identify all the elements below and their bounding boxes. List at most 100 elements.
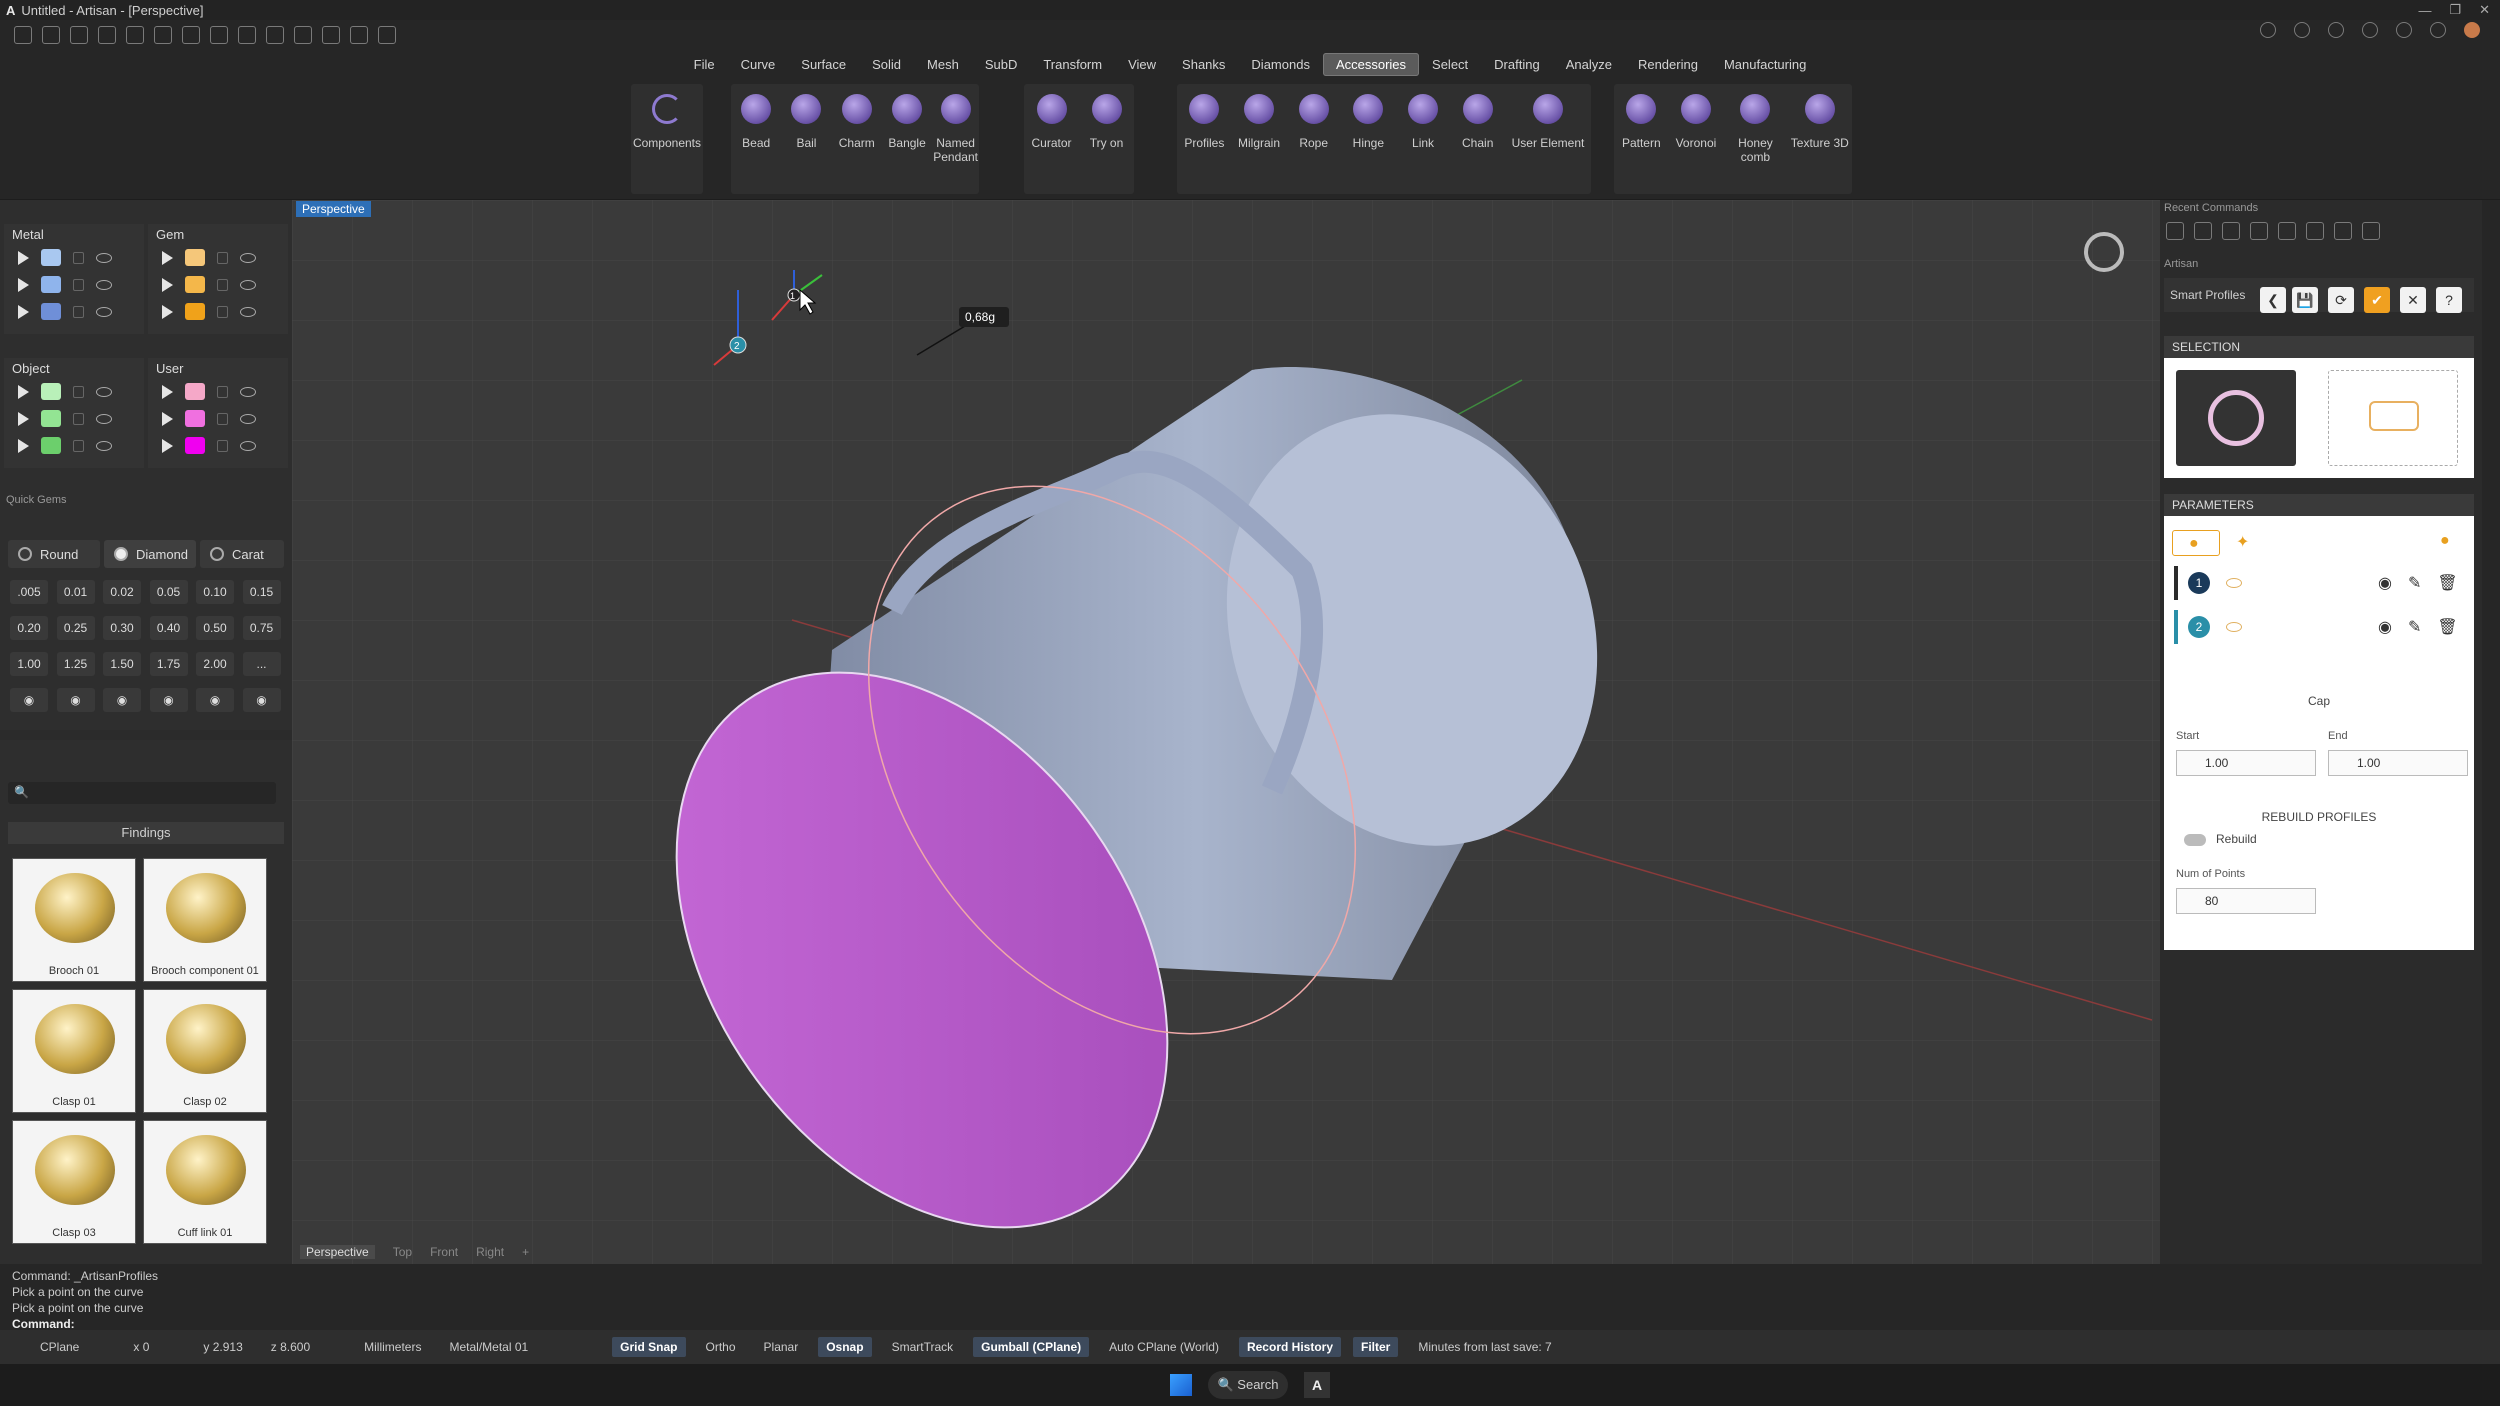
profile-magic-icon[interactable]: ✦ [2236, 532, 2249, 552]
finding-item[interactable]: Brooch component 01 [143, 858, 267, 982]
pick-objects-area[interactable] [2328, 370, 2458, 466]
profile-2-delete-icon[interactable]: 🗑 [2437, 617, 2457, 637]
gem-size-button[interactable]: 0.30 [103, 616, 141, 640]
expand-icon[interactable] [162, 438, 173, 453]
menu-drafting[interactable]: Drafting [1481, 53, 1553, 76]
gem-size-button[interactable]: ... [242, 652, 281, 676]
eye-icon[interactable] [96, 306, 112, 317]
try-on-button[interactable]: Try on [1079, 84, 1134, 194]
help-icon[interactable] [2362, 22, 2378, 38]
expand-icon[interactable] [18, 411, 29, 426]
layer-color-swatch[interactable] [185, 410, 205, 427]
lock-icon[interactable] [217, 305, 228, 318]
chain-button[interactable]: Chain [1450, 84, 1505, 194]
profile-1-edit-icon[interactable]: ✎ [2408, 573, 2421, 593]
viewport-tab-top[interactable]: Top [393, 1245, 412, 1259]
viewport-tab-perspective[interactable]: Perspective [300, 1245, 375, 1259]
voronoi-button[interactable]: Voronoi [1669, 84, 1724, 194]
library-category-dropdown[interactable]: Findings [8, 822, 284, 844]
link-button[interactable]: Link [1396, 84, 1451, 194]
minimize-icon[interactable]: — [2418, 3, 2431, 18]
gem-size-button[interactable]: 1.75 [149, 652, 188, 676]
redo-icon[interactable] [154, 26, 172, 44]
menu-solid[interactable]: Solid [859, 53, 914, 76]
layer-color-swatch[interactable] [41, 303, 61, 320]
lock-icon[interactable] [217, 251, 228, 264]
cap-icon[interactable] [2328, 22, 2344, 38]
bead-button[interactable]: Bead [731, 84, 781, 194]
layer-color-swatch[interactable] [185, 383, 205, 400]
eye-icon[interactable] [240, 386, 256, 397]
profile-1-visibility-icon[interactable]: ◉ [2378, 573, 2392, 593]
lock-icon[interactable] [73, 385, 84, 398]
expand-icon[interactable] [162, 250, 173, 265]
add-viewport-tab-button[interactable]: + [522, 1245, 529, 1259]
bail-button[interactable]: Bail [781, 84, 831, 194]
gem-size-button[interactable]: 0.01 [56, 580, 95, 604]
lock-icon[interactable] [217, 278, 228, 291]
lock-icon[interactable] [217, 412, 228, 425]
gem-size-button[interactable]: 2.00 [196, 652, 234, 676]
eye-icon[interactable] [96, 279, 112, 290]
round-shape-button[interactable]: Round [8, 540, 100, 568]
eye-icon[interactable] [96, 413, 112, 424]
smarttrack-toggle[interactable]: SmartTrack [878, 1340, 968, 1354]
viewport-title-tab[interactable]: Perspective [296, 201, 371, 217]
menu-diamonds[interactable]: Diamonds [1238, 53, 1323, 76]
gem-size-button[interactable]: 1.25 [56, 652, 95, 676]
current-layer-status[interactable]: Metal/Metal 01 [435, 1340, 542, 1354]
restore-icon[interactable]: ❐ [2449, 2, 2461, 18]
start-cap-input[interactable]: 1.00 [2176, 750, 2316, 776]
new-file-icon[interactable] [14, 26, 32, 44]
transform-icon[interactable] [266, 26, 284, 44]
lock-icon[interactable] [73, 412, 84, 425]
open-icon[interactable] [70, 26, 88, 44]
num-points-input[interactable]: 80 [2176, 888, 2316, 914]
menu-accessories[interactable]: Accessories [1322, 52, 1420, 76]
menu-mesh[interactable]: Mesh [914, 53, 972, 76]
undo-icon[interactable] [126, 26, 144, 44]
cloud-icon[interactable] [2430, 22, 2446, 38]
copy-icon[interactable] [238, 26, 256, 44]
eye-icon[interactable] [96, 252, 112, 263]
menu-select[interactable]: Select [1419, 53, 1481, 76]
back-button[interactable]: ❮ [2260, 287, 2286, 313]
menu-view[interactable]: View [1115, 53, 1169, 76]
expand-icon[interactable] [18, 277, 29, 292]
charm-button[interactable]: Charm [832, 84, 882, 194]
hinge-button[interactable]: Hinge [1341, 84, 1396, 194]
rebuild-toggle[interactable] [2184, 834, 2206, 846]
library-search-input[interactable]: 🔍 [8, 782, 276, 804]
lock-icon[interactable] [73, 305, 84, 318]
object-layer-row[interactable] [4, 432, 144, 459]
menu-file[interactable]: File [681, 53, 728, 76]
menu-analyze[interactable]: Analyze [1553, 53, 1625, 76]
metal-layer-row[interactable] [4, 271, 144, 298]
object-layer-row[interactable] [4, 378, 144, 405]
recent-command-6-icon[interactable] [2306, 222, 2324, 240]
import-icon[interactable] [98, 26, 116, 44]
layer-color-swatch[interactable] [185, 437, 205, 454]
gem-cut-shape-icon[interactable]: ◉ [196, 688, 234, 712]
info-icon[interactable] [2294, 22, 2310, 38]
finding-item[interactable]: Clasp 01 [12, 989, 136, 1113]
profile-2-visibility-icon[interactable]: ◉ [2378, 617, 2392, 637]
profile-row-1[interactable]: 1 ◉ ✎ 🗑 [2174, 566, 2464, 600]
finding-item[interactable]: Clasp 03 [12, 1120, 136, 1244]
named-pendant-button[interactable]: Named Pendant [932, 84, 979, 194]
viewport-perspective[interactable]: 1 2 0,68g [292, 200, 2160, 1264]
expand-icon[interactable] [162, 304, 173, 319]
menu-transform[interactable]: Transform [1030, 53, 1115, 76]
lock-icon[interactable] [73, 251, 84, 264]
metal-layer-row[interactable] [4, 298, 144, 325]
lock-icon[interactable] [2260, 22, 2276, 38]
profile-alt-icon[interactable]: ● [2440, 532, 2450, 550]
gem-size-button[interactable]: 1.50 [103, 652, 141, 676]
gem-cut-shape-icon[interactable]: ◉ [103, 688, 141, 712]
save-icon[interactable] [182, 26, 200, 44]
lock-icon[interactable] [73, 278, 84, 291]
cancel-button[interactable]: ✕ [2400, 287, 2426, 313]
menu-surface[interactable]: Surface [788, 53, 859, 76]
gem-cut-shape-icon[interactable]: ◉ [242, 688, 281, 712]
expand-icon[interactable] [18, 438, 29, 453]
